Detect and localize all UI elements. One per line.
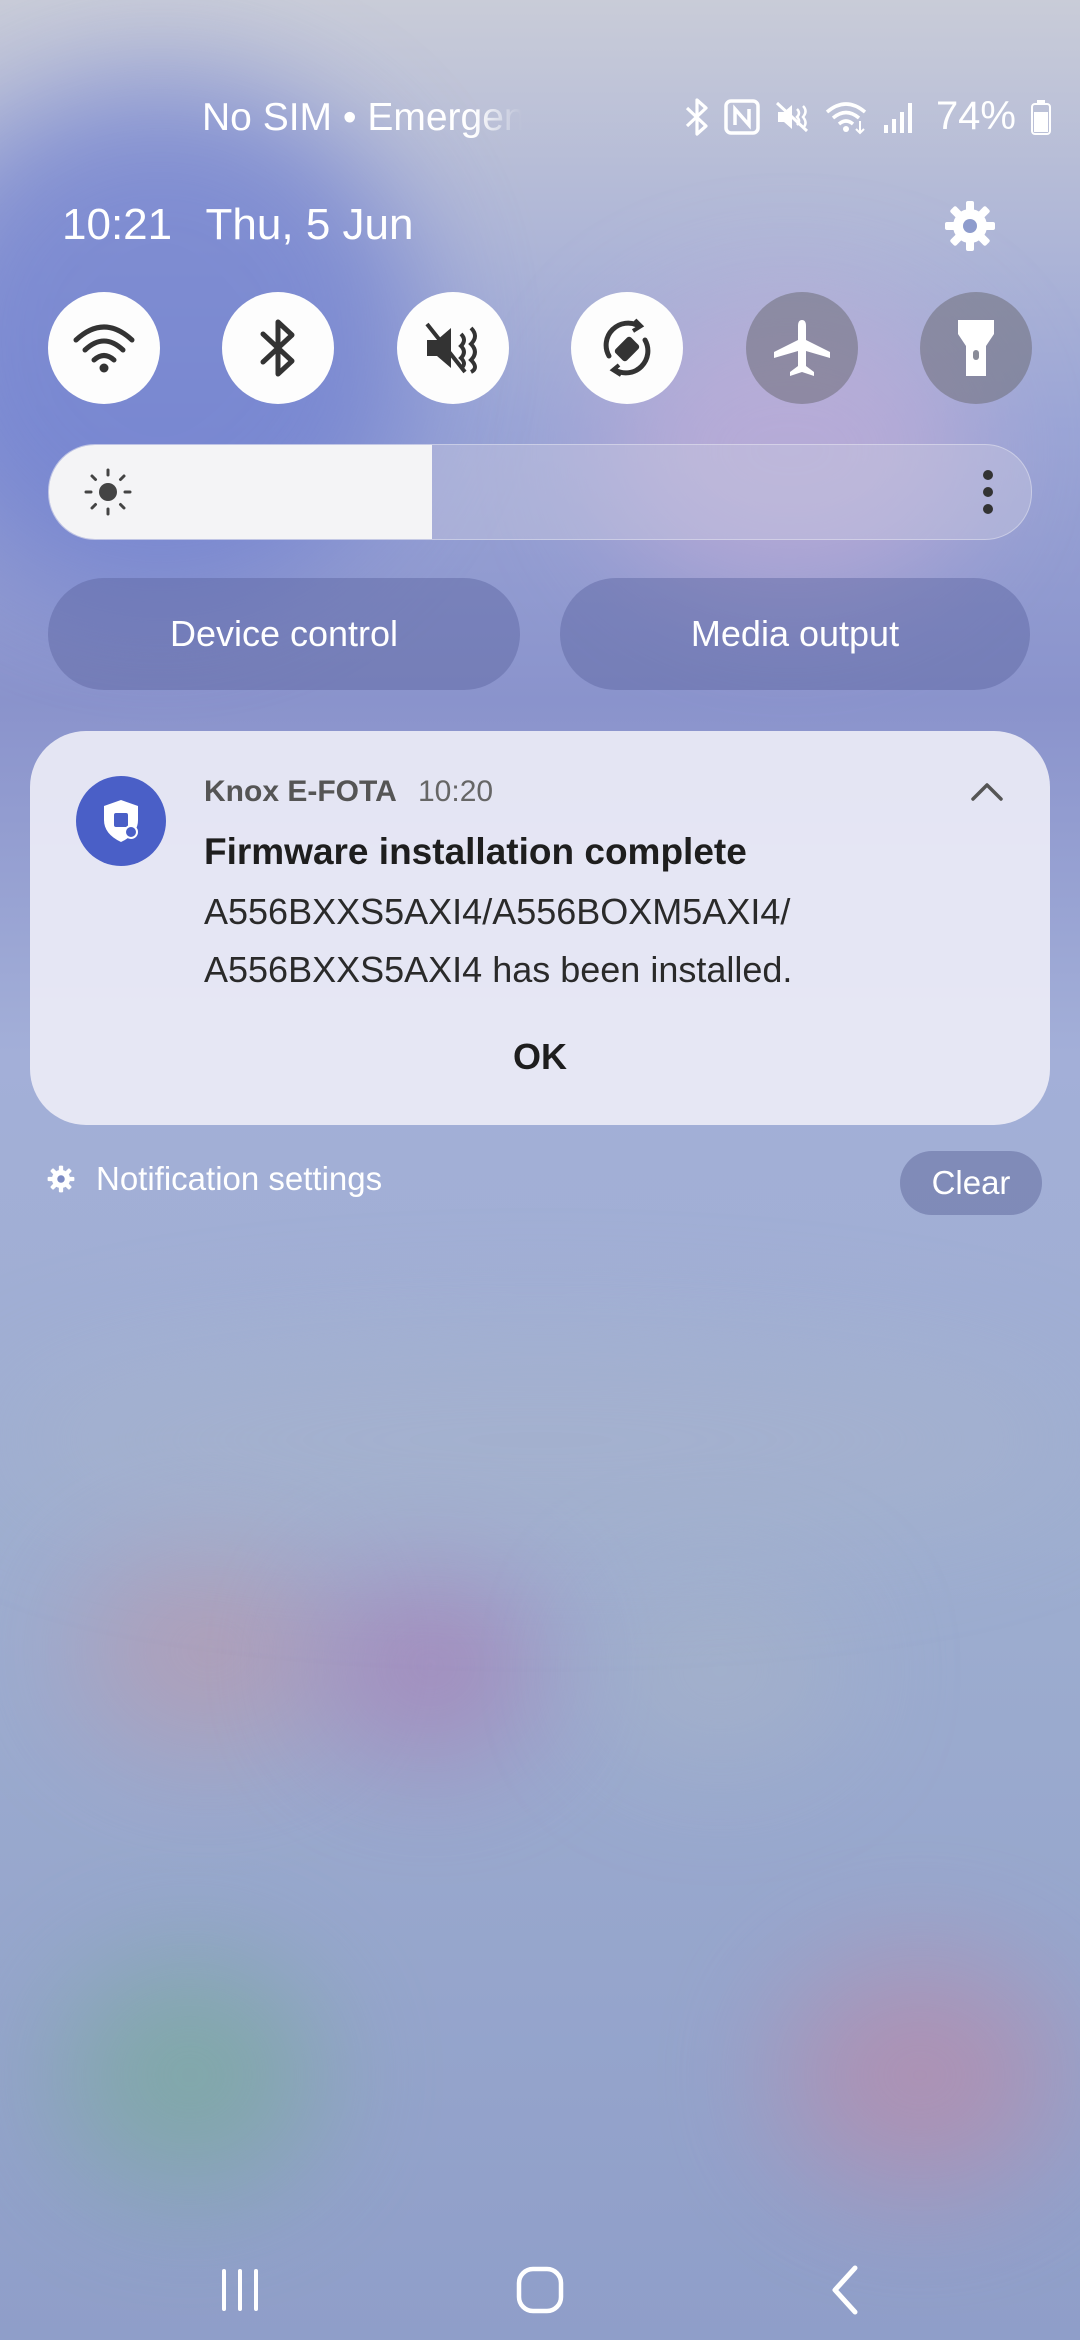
sound-mute-toggle[interactable] — [396, 292, 509, 404]
home-button[interactable] — [470, 2240, 610, 2340]
notification-settings-label: Notification settings — [96, 1160, 383, 1197]
nfc-icon — [724, 98, 760, 135]
flashlight-icon — [957, 320, 994, 376]
notification-time: 10:20 — [418, 775, 494, 808]
back-icon — [832, 2265, 858, 2315]
notification-card[interactable]: Knox E-FOTA 10:20 Firmware installation … — [30, 731, 1050, 1125]
back-button[interactable] — [775, 2240, 915, 2340]
notification-settings-link[interactable]: Notification settings — [46, 1160, 382, 1198]
notification-body: A556BXXS5AXI4/A556BOXM5AXI4/ A556BXXS5AX… — [204, 891, 793, 990]
device-control-button[interactable]: Device control — [48, 578, 520, 690]
battery-icon — [1030, 99, 1052, 135]
datetime-row: 10:21 Thu, 5 Jun — [62, 200, 435, 250]
mute-icon — [425, 322, 477, 374]
auto-rotate-toggle[interactable] — [571, 292, 684, 404]
more-options-icon[interactable] — [981, 469, 995, 515]
gear-icon — [47, 1165, 75, 1193]
notification-app-name: Knox E-FOTA — [204, 775, 397, 808]
knox-shield-icon — [76, 776, 166, 866]
home-icon — [516, 2266, 564, 2314]
brightness-slider[interactable] — [48, 444, 1032, 540]
recent-apps-button[interactable] — [170, 2240, 310, 2340]
mute-icon — [774, 99, 810, 135]
clear-button[interactable]: Clear — [900, 1151, 1042, 1215]
bluetooth-toggle[interactable] — [222, 292, 335, 404]
clock-date: Thu, 5 Jun — [205, 200, 414, 249]
clock-time: 10:21 — [62, 200, 173, 249]
recent-apps-icon — [222, 2269, 258, 2311]
flashlight-toggle[interactable] — [919, 292, 1032, 404]
bluetooth-icon — [260, 319, 295, 377]
battery-percent: 74% — [935, 94, 1016, 138]
rotate-icon — [603, 318, 651, 377]
brightness-sun-icon — [84, 468, 132, 516]
wifi-icon — [824, 99, 868, 135]
chevron-up-icon[interactable] — [970, 779, 1004, 803]
wifi-icon — [73, 324, 135, 373]
notification-title: Firmware installation complete — [204, 831, 747, 872]
bluetooth-icon — [684, 97, 710, 136]
settings-gear-icon[interactable] — [942, 198, 998, 254]
signal-icon — [882, 99, 916, 135]
quick-settings-row — [48, 292, 1032, 404]
status-icons: 74% — [684, 94, 1052, 139]
airplane-mode-toggle[interactable] — [745, 292, 858, 404]
airplane-icon — [773, 320, 830, 376]
ok-button[interactable]: OK — [480, 1027, 600, 1087]
carrier-text: No SIM • Emergen — [202, 96, 522, 139]
wifi-toggle[interactable] — [48, 292, 160, 404]
media-output-button[interactable]: Media output — [560, 578, 1030, 690]
navigation-bar — [0, 2240, 1080, 2340]
